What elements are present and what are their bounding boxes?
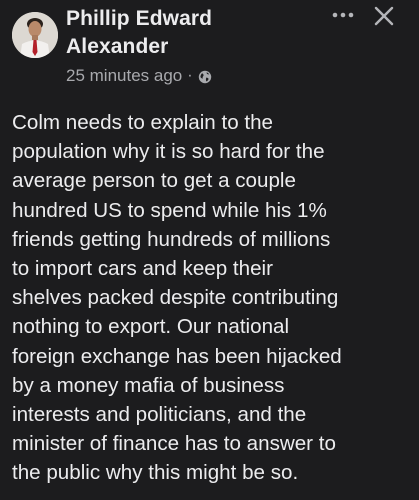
post-meta: 25 minutes ago · bbox=[66, 64, 212, 88]
post-timestamp[interactable]: 25 minutes ago bbox=[66, 66, 182, 86]
post-body-line: interests and politicians, and the bbox=[12, 403, 307, 427]
author-name[interactable]: Phillip Edward Alexander bbox=[66, 5, 306, 61]
more-options-button[interactable] bbox=[328, 2, 358, 28]
close-icon bbox=[374, 6, 394, 26]
post-body-line: minister of finance has to answer to bbox=[12, 432, 336, 456]
author-name-line2: Alexander bbox=[66, 35, 169, 58]
post-body-line: population why it is so hard for the bbox=[12, 140, 325, 164]
post-body-line: nothing to export. Our national bbox=[12, 315, 290, 339]
post-body-line: foreign exchange has been hijacked bbox=[12, 344, 342, 368]
more-horizontal-icon bbox=[332, 12, 354, 18]
post-body-line: the public why this might be so. bbox=[12, 461, 299, 485]
post-body-line: hundred US to spend while his 1% bbox=[12, 198, 327, 222]
post-body-line: by a money mafia of business bbox=[12, 373, 285, 397]
post-body-line: Colm needs to explain to the bbox=[12, 111, 274, 134]
close-button[interactable] bbox=[370, 2, 398, 30]
meta-separator: · bbox=[187, 67, 193, 84]
post-header: Phillip Edward Alexander 25 minutes ago … bbox=[0, 0, 419, 100]
post-body-line: friends getting hundreds of millions bbox=[12, 227, 331, 251]
author-avatar[interactable] bbox=[12, 12, 58, 58]
globe-icon bbox=[198, 69, 212, 84]
post-body-line: to import cars and keep their bbox=[12, 257, 273, 281]
post-body-line: average person to get a couple bbox=[12, 169, 296, 193]
author-name-line1: Phillip Edward bbox=[66, 7, 213, 30]
post-body: Colm needs to explain to the population … bbox=[12, 108, 412, 488]
post-body-line: shelves packed despite contributing bbox=[12, 286, 339, 310]
